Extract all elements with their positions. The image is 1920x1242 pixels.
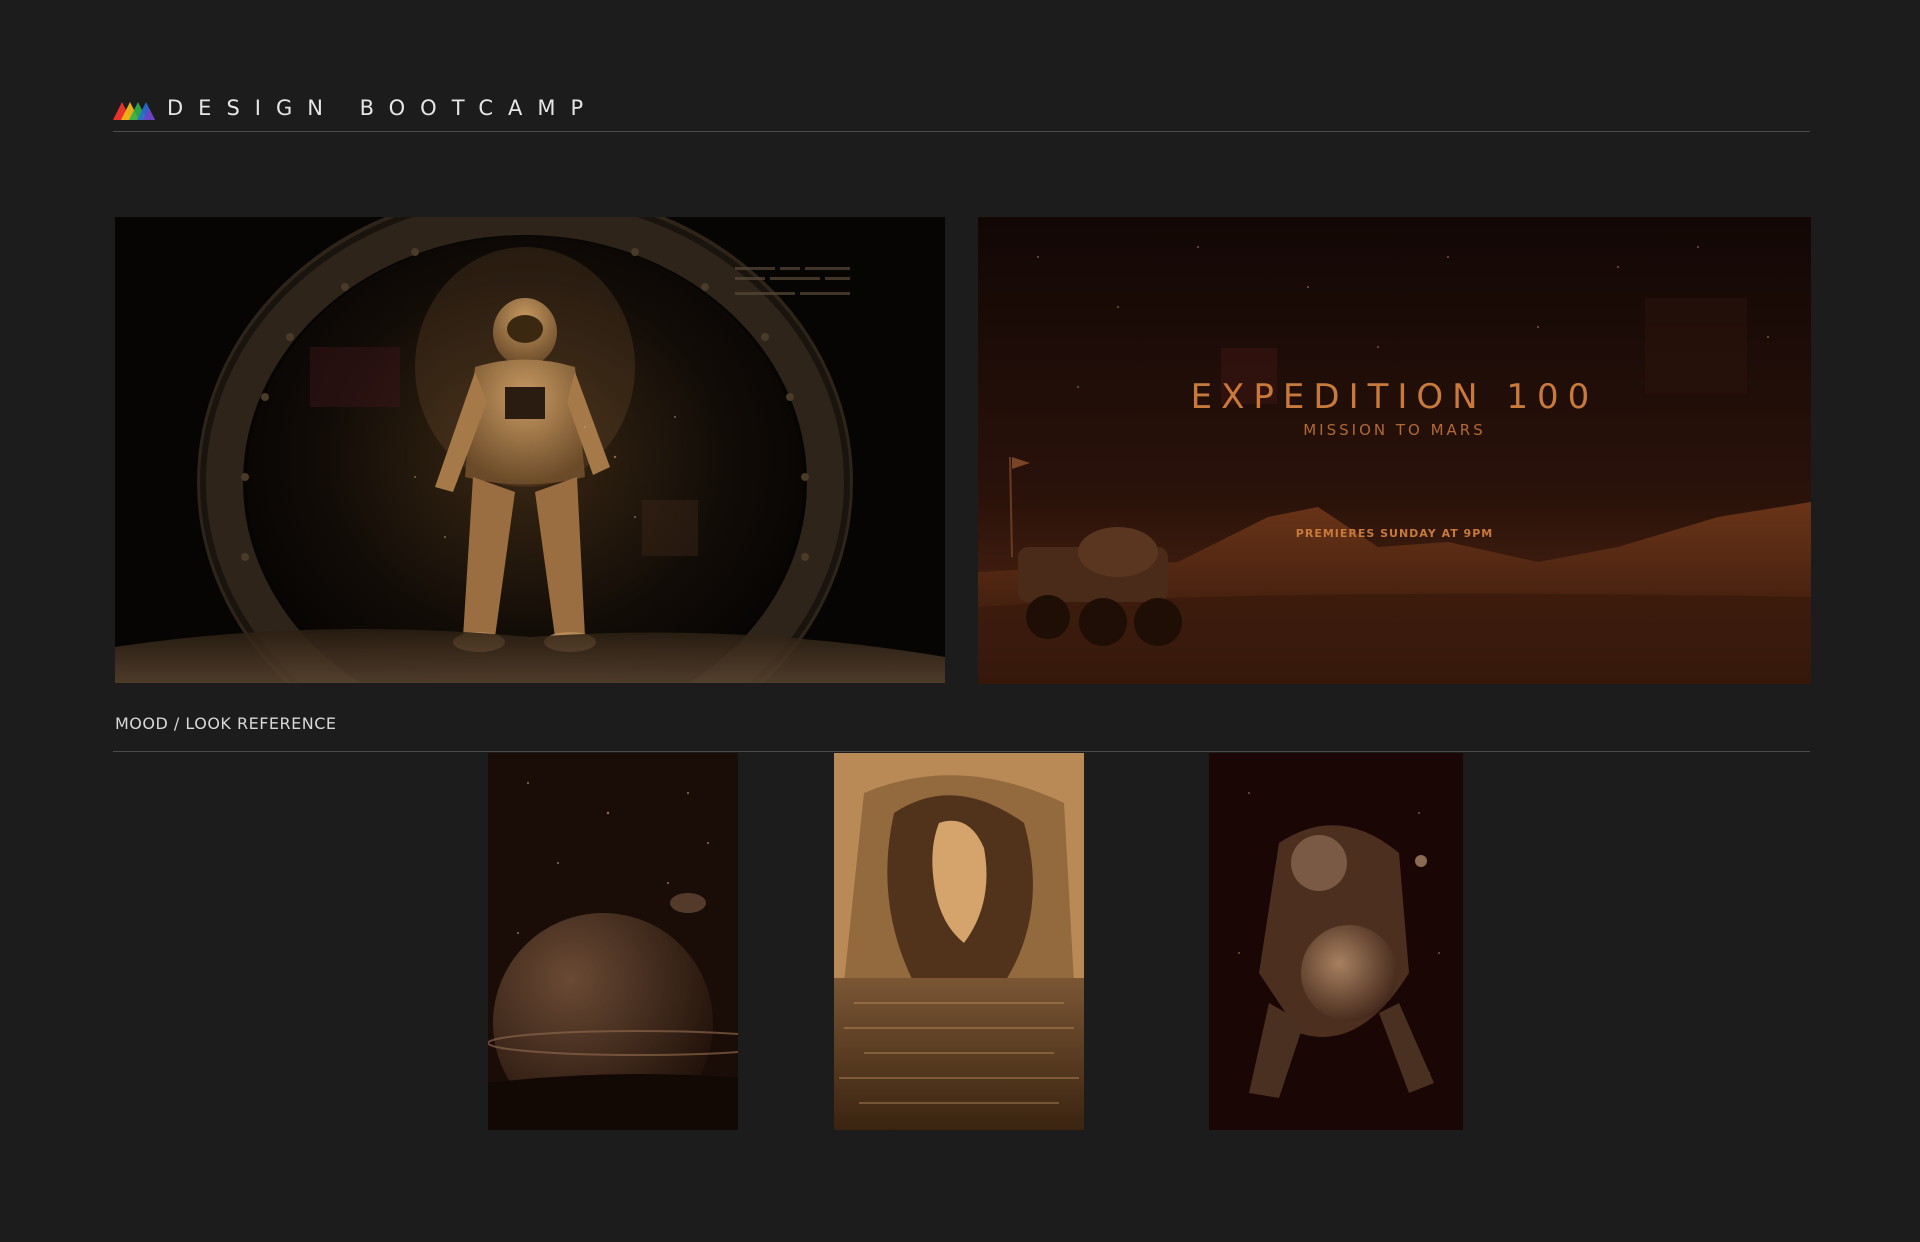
- section-divider: [113, 751, 1810, 752]
- section-label: MOOD / LOOK REFERENCE: [115, 714, 337, 733]
- page: DESIGN BOOTCAMP EXPEDITION 100 MISSION T…: [0, 0, 1920, 1242]
- astronaut-earth-image: [1209, 753, 1463, 1130]
- expedition-poster-frame: EXPEDITION 100 MISSION TO MARS PREMIERES…: [978, 217, 1811, 684]
- brand-title: DESIGN BOOTCAMP: [167, 96, 599, 120]
- header: DESIGN BOOTCAMP: [113, 92, 1810, 132]
- ice-cave-image: [834, 753, 1084, 1130]
- premiere-text: PREMIERES SUNDAY AT 9PM: [1295, 527, 1494, 540]
- expedition-title: EXPEDITION 100: [1190, 377, 1599, 417]
- brand-logo-icon: [113, 102, 155, 120]
- ringed-planet-image: [488, 753, 738, 1130]
- header-divider: [113, 131, 1810, 132]
- astronaut-portal-image: [115, 217, 945, 683]
- expedition-subtitle: MISSION TO MARS: [1303, 421, 1486, 439]
